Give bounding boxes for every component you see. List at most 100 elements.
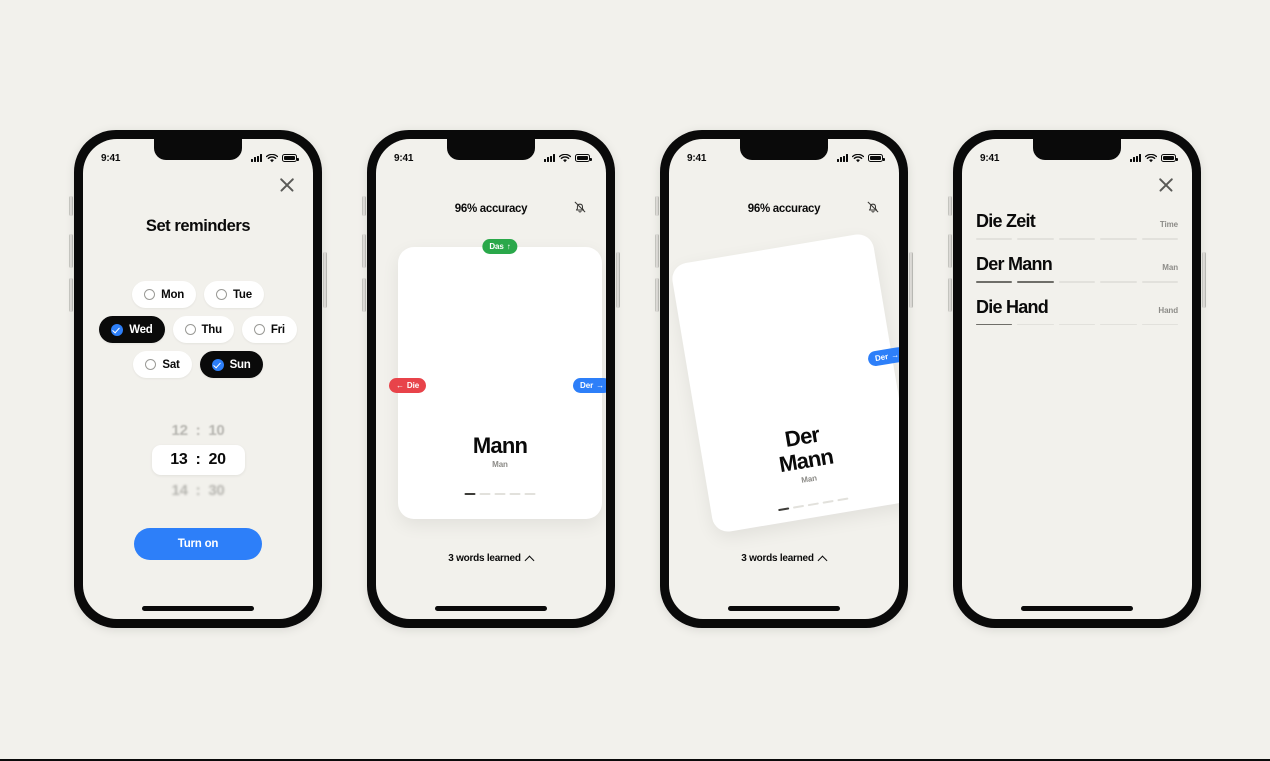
status-time: 9:41	[101, 152, 121, 164]
silent-switch[interactable]	[655, 196, 659, 216]
volume-up-button[interactable]	[948, 234, 952, 268]
card-translation: Man	[492, 460, 508, 469]
badge-der[interactable]: Der →	[573, 378, 606, 393]
day-row: Mon Tue	[83, 281, 313, 308]
signal-bars-icon	[1130, 154, 1141, 162]
day-chip-wed[interactable]: Wed	[99, 316, 165, 343]
flashcard[interactable]: Das ↑ ← Die Der → Mann Man	[389, 239, 606, 519]
phone-flashcard-swiping: 9:41 96% accuracy Der → Der Mann Man 3 w…	[655, 127, 913, 631]
words-learned-toggle[interactable]: 3 words learned	[669, 553, 899, 564]
radio-icon	[253, 324, 265, 335]
home-indicator[interactable]	[435, 606, 547, 611]
day-label: Thu	[201, 323, 223, 336]
badge-das[interactable]: Das ↑	[482, 239, 518, 254]
badge-label: Der	[874, 352, 889, 364]
battery-icon	[575, 154, 592, 162]
day-chip-mon[interactable]: Mon	[132, 281, 197, 308]
word-translation: Man	[1162, 262, 1178, 272]
status-icons	[251, 153, 299, 163]
volume-down-button[interactable]	[362, 278, 366, 312]
flashcard[interactable]: Der → Der Mann Man	[669, 232, 899, 534]
accuracy-label: 96% accuracy	[454, 203, 528, 215]
volume-up-button[interactable]	[362, 234, 366, 268]
turn-on-button[interactable]: Turn on	[134, 528, 262, 560]
day-selector: Mon Tue Wed Thu Fri Sat Sun	[83, 281, 313, 386]
notch	[1033, 139, 1121, 160]
status-icons	[1130, 153, 1178, 163]
signal-bars-icon	[251, 154, 262, 162]
word-row[interactable]: Die Zeit Time	[976, 197, 1178, 240]
volume-up-button[interactable]	[69, 234, 73, 268]
day-label: Wed	[129, 323, 153, 336]
power-button[interactable]	[616, 252, 620, 308]
day-chip-sat[interactable]: Sat	[133, 351, 192, 378]
volume-down-button[interactable]	[69, 278, 73, 312]
time-option-selected[interactable]: 13 : 20	[151, 445, 245, 475]
time-option-previous[interactable]: 12 : 10	[83, 415, 313, 445]
day-label: Tue	[233, 288, 252, 301]
card-word: Mann	[472, 432, 528, 458]
words-learned-label: 3 words learned	[741, 553, 814, 564]
day-chip-fri[interactable]: Fri	[241, 316, 297, 343]
battery-icon	[1161, 154, 1178, 162]
screen-flashcard-front: 9:41 96% accuracy Das ↑ ← Die Der → Mann…	[376, 139, 606, 619]
hour-prev: 12	[171, 421, 188, 439]
phone-set-reminders: 9:41 Set reminders Mon Tue Wed Thu Fri S…	[69, 127, 327, 631]
word-list: Die Zeit Time Der Mann Man Die Hand Hand	[976, 197, 1178, 326]
home-indicator[interactable]	[142, 606, 254, 611]
check-icon	[111, 323, 124, 336]
close-icon[interactable]	[1156, 175, 1176, 195]
signal-bars-icon	[837, 154, 848, 162]
day-label: Sat	[162, 358, 180, 371]
arrow-up-icon: ↑	[506, 242, 511, 251]
power-button[interactable]	[323, 252, 327, 308]
volume-down-button[interactable]	[948, 278, 952, 312]
home-indicator[interactable]	[728, 606, 840, 611]
check-icon	[211, 358, 224, 371]
badge-der[interactable]: Der →	[867, 346, 899, 368]
sep-selected: :	[195, 451, 201, 468]
bell-slash-icon[interactable]	[572, 199, 588, 215]
arrow-right-icon: →	[890, 350, 899, 361]
radio-icon	[144, 289, 156, 300]
close-icon[interactable]	[277, 175, 297, 195]
screen-set-reminders: 9:41 Set reminders Mon Tue Wed Thu Fri S…	[83, 139, 313, 619]
wifi-icon	[266, 153, 278, 162]
power-button[interactable]	[1202, 252, 1206, 308]
arrow-right-icon: →	[596, 381, 604, 390]
minute-prev: 10	[208, 421, 225, 439]
bell-slash-icon[interactable]	[865, 199, 881, 215]
word-row[interactable]: Die Hand Hand	[976, 283, 1178, 326]
power-button[interactable]	[909, 252, 913, 308]
radio-icon	[216, 289, 228, 300]
silent-switch[interactable]	[362, 196, 366, 216]
day-chip-tue[interactable]: Tue	[204, 281, 264, 308]
notch	[740, 139, 828, 160]
status-time: 9:41	[687, 152, 707, 164]
accuracy-label: 96% accuracy	[747, 203, 821, 215]
word-progress-segments	[976, 323, 1179, 326]
badge-label: Die	[406, 381, 420, 390]
sep-next: :	[195, 481, 201, 499]
day-chip-sun[interactable]: Sun	[199, 351, 263, 378]
silent-switch[interactable]	[69, 196, 73, 216]
day-chip-thu[interactable]: Thu	[172, 316, 234, 343]
words-learned-label: 3 words learned	[448, 553, 521, 564]
words-learned-toggle[interactable]: 3 words learned	[376, 553, 606, 564]
word-term: Die Zeit	[976, 211, 1036, 231]
status-icons	[544, 153, 592, 163]
time-picker[interactable]: 12 : 10 13 : 20 14: 30	[83, 415, 313, 505]
word-term: Der Mann	[976, 253, 1053, 274]
wifi-icon	[1145, 153, 1157, 162]
volume-up-button[interactable]	[655, 234, 659, 268]
badge-label: Der	[580, 381, 594, 390]
badge-die[interactable]: ← Die	[389, 378, 427, 393]
badge-label: Das	[489, 242, 504, 251]
time-option-next[interactable]: 14 : 30	[83, 475, 313, 505]
day-label: Mon	[161, 288, 185, 301]
home-indicator[interactable]	[1021, 606, 1133, 611]
silent-switch[interactable]	[948, 196, 952, 216]
word-row[interactable]: Der Mann Man	[976, 240, 1178, 283]
volume-down-button[interactable]	[655, 278, 659, 312]
wifi-icon	[559, 153, 571, 162]
